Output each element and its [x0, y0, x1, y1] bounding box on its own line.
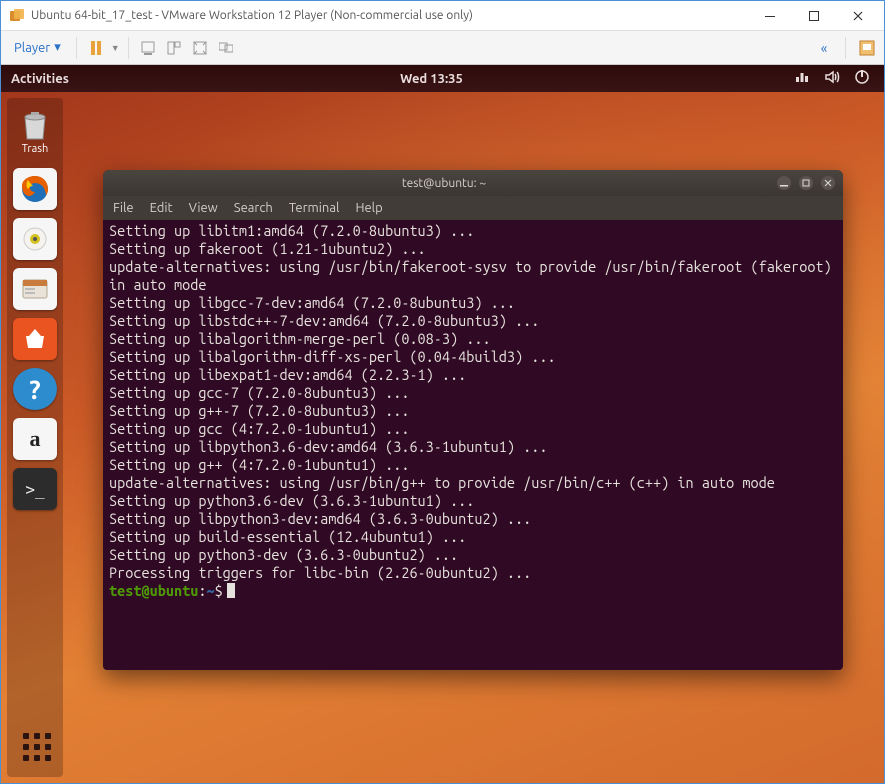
chevron-down-icon[interactable]: ▼: [111, 43, 120, 53]
amazon-icon[interactable]: a: [13, 418, 57, 460]
terminal-body[interactable]: Setting up libitm1:amd64 (7.2.0-8ubuntu3…: [103, 220, 843, 670]
maximize-button[interactable]: [792, 2, 836, 30]
menu-edit[interactable]: Edit: [150, 201, 173, 215]
menu-search[interactable]: Search: [234, 201, 273, 215]
window-title: Ubuntu 64-bit_17_test - VMware Workstati…: [31, 9, 748, 22]
multimonitor-icon[interactable]: [215, 37, 237, 59]
firefox-icon[interactable]: [13, 168, 57, 210]
guest-os: Activities Wed 13:35 Trash ? a >_: [1, 65, 884, 783]
prompt-path: ~: [206, 582, 214, 599]
minimize-button[interactable]: [748, 2, 792, 30]
rhythmbox-icon[interactable]: [13, 218, 57, 260]
help-icon[interactable]: ?: [13, 368, 57, 410]
power-icon[interactable]: [854, 69, 870, 88]
window-maximize-icon[interactable]: [799, 176, 813, 190]
network-icon[interactable]: [794, 69, 810, 88]
desktop[interactable]: Trash ? a >_ test@ubuntu: ~: [1, 92, 884, 783]
window-close-icon[interactable]: [821, 176, 835, 190]
system-tray[interactable]: [794, 69, 870, 88]
terminal-title: test@ubuntu: ~: [111, 177, 777, 190]
software-center-icon[interactable]: [13, 318, 57, 360]
vmware-icon: [9, 8, 25, 24]
dock: Trash ? a >_: [7, 98, 63, 777]
files-icon[interactable]: [13, 268, 57, 310]
clock[interactable]: Wed 13:35: [69, 72, 794, 86]
pause-icon[interactable]: [85, 37, 107, 59]
separator: [128, 37, 129, 59]
vmware-toolbar: Player ▾ ▼ «: [1, 31, 884, 65]
terminal-menubar: File Edit View Search Terminal Help: [103, 196, 843, 220]
player-menu-button[interactable]: Player ▾: [7, 35, 68, 61]
menu-help[interactable]: Help: [355, 201, 382, 215]
trash-icon[interactable]: Trash: [13, 104, 57, 160]
separator: [76, 37, 77, 59]
disk-icon[interactable]: [856, 37, 878, 59]
menu-view[interactable]: View: [189, 201, 218, 215]
send-ctrl-alt-del-icon[interactable]: [137, 37, 159, 59]
cursor: [227, 583, 235, 598]
window-controls: [748, 2, 880, 30]
terminal-window[interactable]: test@ubuntu: ~ File Edit View Search Ter…: [103, 170, 843, 670]
window-minimize-icon[interactable]: [777, 176, 791, 190]
volume-icon[interactable]: [824, 69, 840, 88]
separator: [845, 37, 846, 59]
prompt-user: test@ubuntu: [109, 582, 198, 599]
window-titlebar[interactable]: Ubuntu 64-bit_17_test - VMware Workstati…: [1, 1, 884, 31]
terminal-icon[interactable]: >_: [13, 468, 57, 510]
trash-label: Trash: [22, 143, 49, 155]
player-label: Player: [14, 41, 50, 55]
menu-file[interactable]: File: [113, 201, 134, 215]
vmware-window: Ubuntu 64-bit_17_test - VMware Workstati…: [0, 0, 885, 784]
close-button[interactable]: [836, 2, 880, 30]
gnome-topbar[interactable]: Activities Wed 13:35: [1, 65, 884, 92]
terminal-titlebar[interactable]: test@ubuntu: ~: [103, 170, 843, 196]
activities-button[interactable]: Activities: [11, 72, 69, 86]
menu-terminal[interactable]: Terminal: [289, 201, 340, 215]
fullscreen-icon[interactable]: [189, 37, 211, 59]
collapse-icon[interactable]: «: [813, 37, 835, 59]
show-apps-icon[interactable]: [23, 733, 51, 771]
unity-icon[interactable]: [163, 37, 185, 59]
chevron-down-icon: ▾: [54, 40, 61, 55]
